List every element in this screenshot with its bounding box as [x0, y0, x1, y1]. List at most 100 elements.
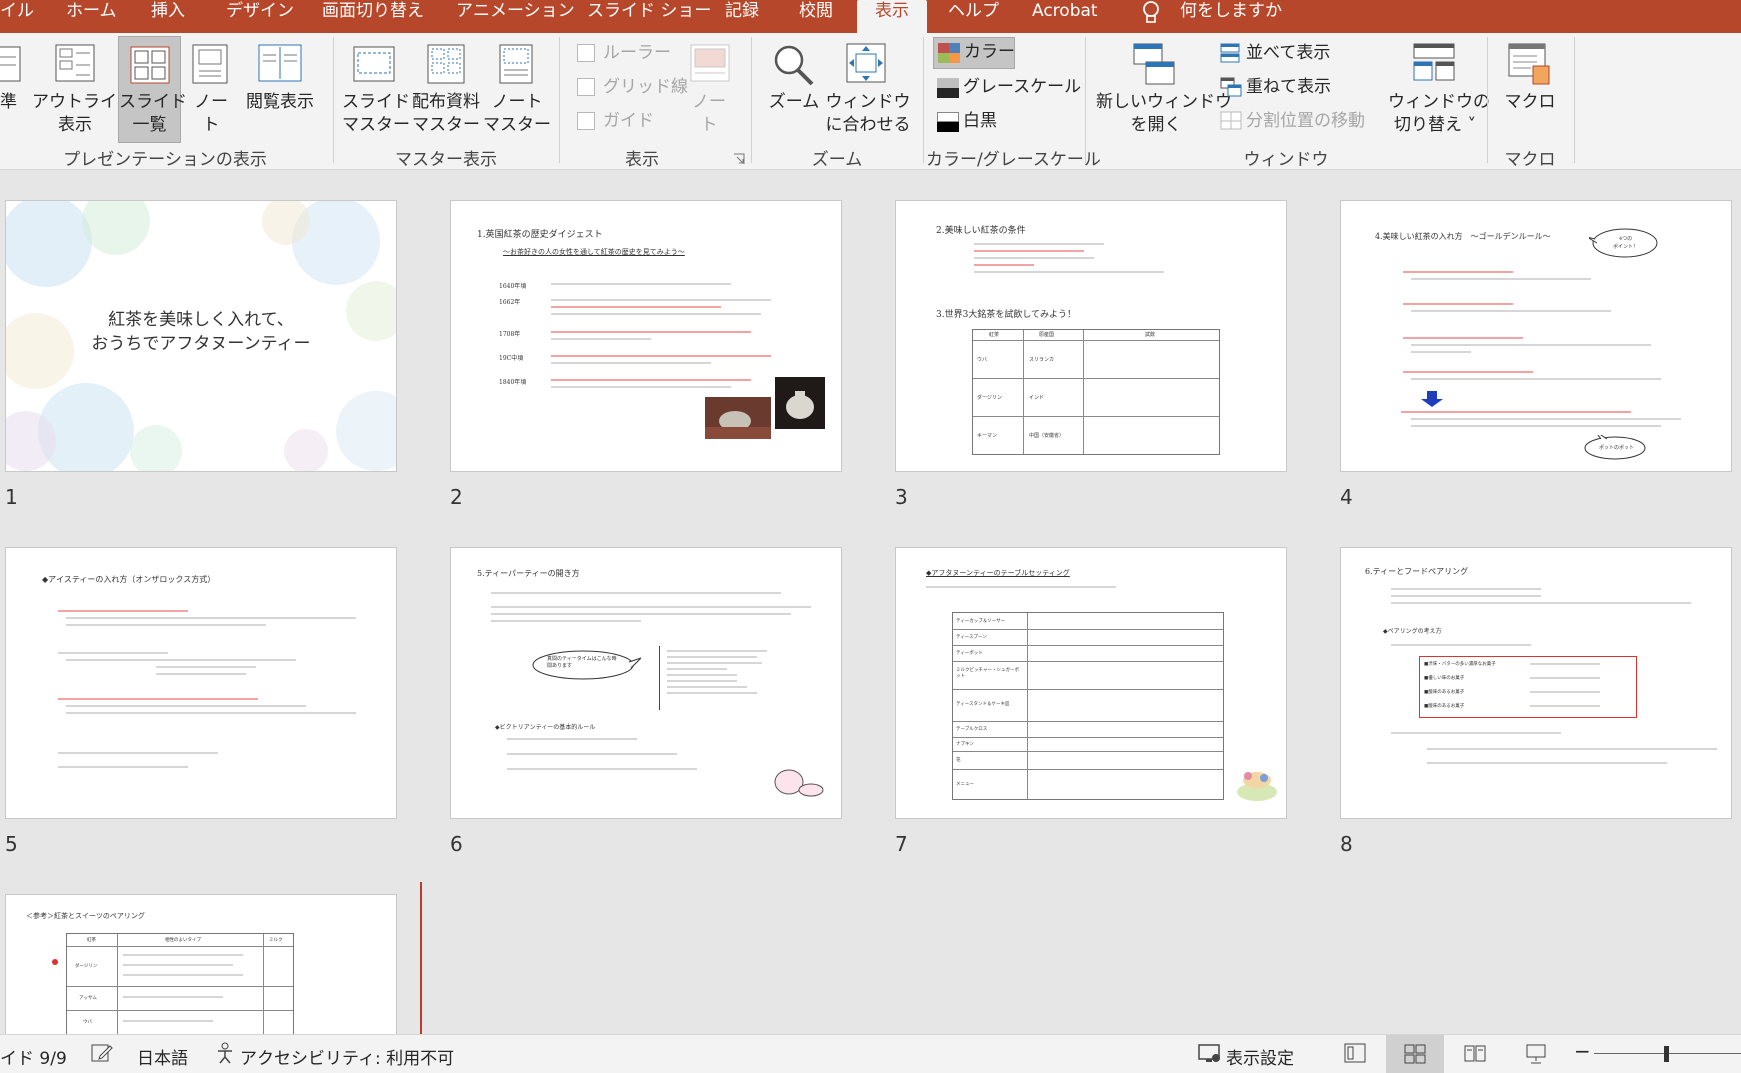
- black-white-button[interactable]: 白黒: [933, 107, 1033, 137]
- text-line: [156, 666, 256, 668]
- text-line: [58, 610, 188, 612]
- tab-help[interactable]: ヘルプ: [948, 0, 999, 33]
- text-line: [1411, 344, 1651, 346]
- grayscale-button[interactable]: グレースケール: [933, 73, 1081, 103]
- slide-thumbnail-9[interactable]: ＜参考＞紅茶とスイーツのペアリング 紅茶 相性のよいタイプ ミルク ダージリン …: [5, 894, 397, 1034]
- tab-home[interactable]: ホーム: [66, 0, 117, 33]
- slide-thumbnail-4[interactable]: 4.美味しい紅茶の入れ方 〜ゴールデンルール〜 4つの ポイント！ ポットのポッ…: [1340, 200, 1732, 472]
- slide-6-section: ◆ビクトリアンティーの基本的ルール: [495, 724, 596, 731]
- slide-4-bubble-2: ポットのポット: [1599, 445, 1635, 451]
- ruler-checkbox[interactable]: [577, 44, 595, 62]
- zoom-button[interactable]: ズーム: [766, 91, 822, 114]
- color-label: カラー: [964, 42, 1015, 62]
- slide-8-pair-2: ■優しい味のお菓子: [1424, 676, 1465, 681]
- notes-pane-button[interactable]: ノー ト: [686, 91, 732, 137]
- slide-sorter-area[interactable]: 紅茶を美味しく入れて、 おうちでアフタヌーンティー 1 1.英国紅茶の歴史ダイジ…: [0, 170, 1741, 1034]
- cascade-icon: [1220, 77, 1242, 101]
- tea-set-photo: [705, 397, 771, 439]
- text-line: [551, 355, 771, 357]
- slide-sorter-status-icon: [1404, 1044, 1426, 1064]
- move-split-button[interactable]: 分割位置の移動: [1218, 107, 1378, 135]
- text-line: [667, 692, 757, 694]
- guides-checkbox[interactable]: [577, 112, 595, 130]
- text-line: [1391, 644, 1531, 646]
- notes-master-button[interactable]: ノート マスター: [482, 91, 552, 137]
- fit-to-window-label-1: ウィンドウ: [825, 92, 911, 112]
- slide-thumbnail-5[interactable]: ◆アイスティーの入れ方（オンザロックス方式）: [5, 547, 397, 819]
- cake-stand-illustration: [1237, 772, 1277, 801]
- new-window-button[interactable]: 新しいウィンドウ を開く: [1096, 91, 1232, 137]
- slide-9-col-3: ミルク: [269, 938, 283, 943]
- slide-2-title: 1.英国紅茶の歴史ダイジェスト: [477, 230, 603, 240]
- black-white-swatch-icon: [937, 112, 959, 136]
- slide-thumbnail-6[interactable]: 5.ティーパーティーの開き方 真間のティータイムはこんな時間あります ◆ビクトリ…: [450, 547, 842, 819]
- slide-thumbnail-1[interactable]: 紅茶を美味しく入れて、 おうちでアフタヌーンティー: [5, 200, 397, 472]
- slideshow-status-icon[interactable]: [1525, 1043, 1547, 1070]
- text-line: [667, 680, 737, 682]
- notes-page-label-1: ノー: [194, 92, 228, 112]
- text-line: [66, 624, 266, 626]
- reading-view-button[interactable]: 閲覧表示: [241, 91, 319, 114]
- reading-view-status-icon[interactable]: [1464, 1043, 1486, 1068]
- normal-view-status-icon[interactable]: [1344, 1043, 1366, 1068]
- zoom-out-button[interactable]: −: [1574, 1039, 1591, 1063]
- pairing-highlight-box: ■渋味・バターの多い濃厚なお菓子 ■優しい味のお菓子 ■酸味のあるお菓子 ■酸味…: [1419, 656, 1637, 718]
- tab-insert[interactable]: 挿入: [151, 0, 185, 33]
- tab-review[interactable]: 校閲: [799, 0, 833, 33]
- cascade-button[interactable]: 重ねて表示: [1218, 73, 1368, 101]
- notes-edit-icon[interactable]: [90, 1042, 114, 1069]
- slide-number-2: 2: [450, 485, 463, 509]
- slide-5-title: ◆アイスティーの入れ方（オンザロックス方式）: [42, 575, 216, 584]
- tab-record[interactable]: 記録: [725, 0, 759, 33]
- slide-7-row-7: ナプキン: [956, 742, 974, 747]
- text-line: [667, 674, 737, 676]
- slide-sorter-button[interactable]: スライド 一覧: [118, 36, 187, 143]
- dialog-launcher-icon[interactable]: [733, 150, 745, 169]
- slide-thumbnail-2[interactable]: 1.英国紅茶の歴史ダイジェスト 〜お茶好きの人の女性を通して紅茶の歴史を見てみよ…: [450, 200, 842, 472]
- switch-windows-button[interactable]: ウィンドウの 切り替え ˅: [1388, 91, 1490, 137]
- tab-transitions[interactable]: 画面切り替え: [322, 0, 424, 33]
- slide-master-button[interactable]: スライド マスター: [340, 91, 412, 137]
- tell-me-search[interactable]: 何をしますか: [1180, 0, 1282, 33]
- handout-master-icon: [424, 43, 468, 89]
- slide-4-bubble-line-2: ポイント！: [1613, 244, 1639, 250]
- slide-9-col-2: 相性のよいタイプ: [165, 938, 201, 943]
- text-line: [1411, 351, 1471, 353]
- group-label-master-views: マスター表示: [395, 150, 497, 170]
- tab-view[interactable]: 表示: [857, 0, 927, 33]
- arrange-all-button[interactable]: 並べて表示: [1218, 39, 1368, 67]
- zoom-slider-thumb[interactable]: [1664, 1046, 1669, 1062]
- accessibility-status[interactable]: アクセシビリティ: 利用不可: [240, 1044, 454, 1069]
- text-line: [974, 243, 1104, 245]
- outline-view-button[interactable]: アウトライン 表示: [32, 91, 134, 137]
- tab-file[interactable]: イル: [0, 0, 34, 33]
- display-settings-button[interactable]: 表示設定: [1226, 1044, 1294, 1069]
- slide-thumbnail-8[interactable]: 6.ティーとフードペアリング ◆ペアリングの考え方 ■渋味・バターの多い濃厚なお…: [1340, 547, 1732, 819]
- slide-9-title: ＜参考＞紅茶とスイーツのペアリング: [26, 912, 145, 920]
- language-indicator[interactable]: 日本語: [137, 1044, 188, 1069]
- tab-animations[interactable]: アニメーション: [456, 0, 575, 33]
- slide-master-icon: [352, 45, 396, 89]
- tab-acrobat[interactable]: Acrobat: [1032, 0, 1098, 33]
- fit-to-window-button[interactable]: ウィンドウ に合わせる: [822, 91, 914, 137]
- gridlines-checkbox[interactable]: [577, 78, 595, 96]
- macros-button[interactable]: マクロ: [1496, 91, 1564, 114]
- teacup-illustration: [774, 769, 824, 797]
- slide-thumbnail-7[interactable]: ◆アフタヌーンティーのテーブルセッティング ティーカップ＆ソーサー ティースプー…: [895, 547, 1287, 819]
- normal-view-button[interactable]: 準: [0, 91, 17, 114]
- slide-2-row-5: 1840年頃: [499, 379, 527, 386]
- tab-slideshow[interactable]: スライド ショー: [587, 0, 711, 33]
- teapot-photo: [775, 377, 825, 429]
- handout-master-button[interactable]: 配布資料 マスター: [408, 91, 484, 137]
- slide-thumbnail-3[interactable]: 2.美味しい紅茶の条件 3.世界3大銘茶を試飲してみよう！ 紅茶 原産国 試飲 …: [895, 200, 1287, 472]
- slide-7-row-8: 花: [956, 758, 961, 763]
- ribbon-view: 準 アウトライン 表示 スライド 一覧 ノー ト 閲覧表示 プレゼンテーションの…: [0, 33, 1741, 170]
- outline-view-label-1: アウトライン: [32, 92, 134, 112]
- group-separator: [751, 37, 752, 163]
- tab-design[interactable]: デザイン: [226, 0, 294, 33]
- notes-page-button[interactable]: ノー ト: [188, 91, 234, 137]
- slide-sorter-status-button[interactable]: [1386, 1035, 1444, 1073]
- macros-icon: [1507, 42, 1553, 92]
- color-button[interactable]: カラー: [933, 37, 1015, 69]
- text-line: [551, 313, 761, 315]
